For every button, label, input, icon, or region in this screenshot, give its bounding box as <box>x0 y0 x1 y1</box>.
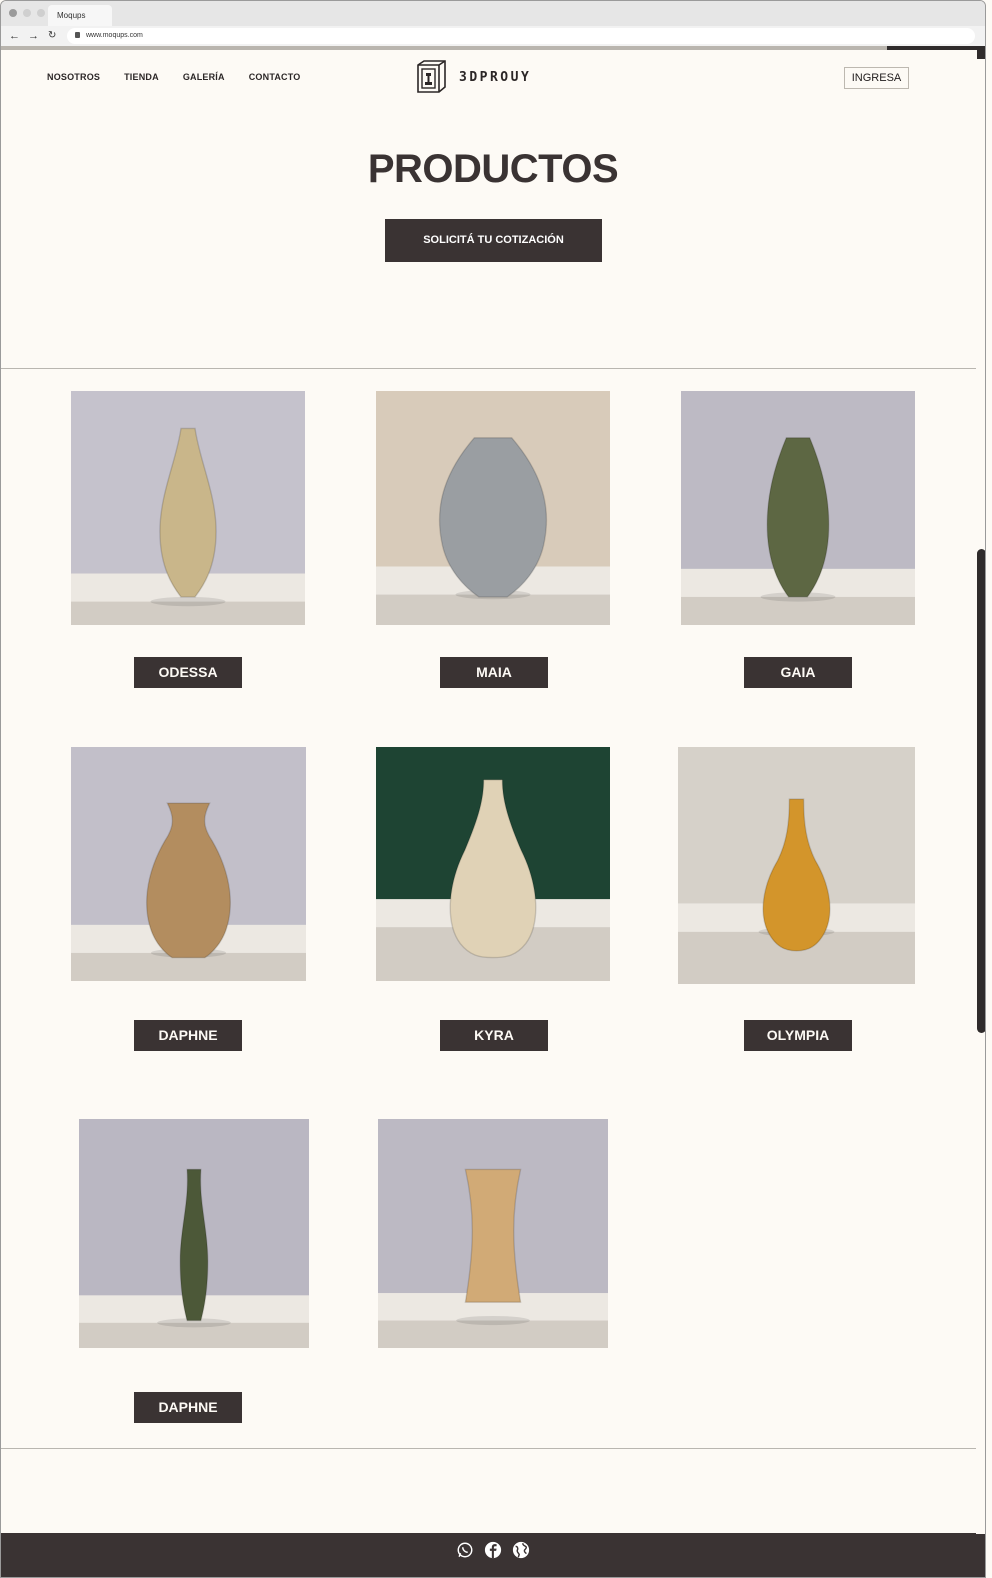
product-image-kyra[interactable] <box>376 747 610 981</box>
url-field[interactable]: www.moqups.com <box>67 28 975 44</box>
logo-text: 3DPROUY <box>459 69 532 85</box>
nav-item-nosotros[interactable]: NOSOTROS <box>47 72 100 82</box>
quote-request-button[interactable]: SOLICITÁ TU COTIZACIÓN <box>385 219 602 262</box>
reload-icon[interactable]: ↻ <box>48 29 56 43</box>
facebook-icon[interactable] <box>484 1541 502 1559</box>
printer-logo-icon <box>417 60 446 93</box>
window-controls[interactable] <box>9 9 45 17</box>
page-title: PRODUCTOS <box>367 147 619 191</box>
tab-title: Moqups <box>57 11 86 20</box>
scrollbar-thumb[interactable] <box>977 549 985 1033</box>
product-image-maia[interactable] <box>376 391 610 625</box>
section-divider-top <box>1 368 976 369</box>
main-nav: NOSOTROS TIENDA GALERÍA CONTACTO <box>47 72 300 82</box>
browser-tab[interactable]: Moqups <box>48 5 112 26</box>
nav-item-tienda[interactable]: TIENDA <box>124 72 159 82</box>
login-button[interactable]: INGRESA <box>844 67 909 89</box>
arrow-left-icon[interactable]: ← <box>9 29 20 43</box>
product-image-daphne[interactable] <box>79 1119 309 1348</box>
nav-item-galeria[interactable]: GALERÍA <box>183 72 225 82</box>
social-links <box>456 1541 530 1559</box>
close-window-icon[interactable] <box>9 9 17 17</box>
product-image-gaia[interactable] <box>681 391 915 625</box>
lock-icon <box>75 32 80 38</box>
minimize-window-icon[interactable] <box>23 9 31 17</box>
product-image-daphne[interactable] <box>71 747 306 981</box>
product-label-button[interactable]: KYRA <box>440 1020 548 1051</box>
scrollbar-top-cap <box>977 50 985 59</box>
product-image-untitled[interactable] <box>378 1119 608 1348</box>
progress-fill <box>887 46 985 50</box>
address-bar-row: ← → ↻ www.moqups.com <box>1 26 985 46</box>
product-label-button[interactable]: DAPHNE <box>134 1392 242 1423</box>
product-label-button[interactable]: MAIA <box>440 657 548 688</box>
footer <box>1 1533 985 1577</box>
product-label-button[interactable]: ODESSA <box>134 657 242 688</box>
product-label-button[interactable]: DAPHNE <box>134 1020 242 1051</box>
page-progress-bar <box>1 46 985 50</box>
browser-window: Moqups ← → ↻ www.moqups.com NOSOTROS TIE… <box>0 0 986 1578</box>
nav-item-contacto[interactable]: CONTACTO <box>249 72 301 82</box>
product-label-button[interactable]: OLYMPIA <box>744 1020 852 1051</box>
arrow-right-icon[interactable]: → <box>28 29 39 43</box>
globe-icon[interactable] <box>512 1541 530 1559</box>
whatsapp-icon[interactable] <box>456 1541 474 1559</box>
section-divider-bottom <box>1 1448 976 1449</box>
browser-titlebar: Moqups <box>1 1 985 26</box>
product-label-button[interactable]: GAIA <box>744 657 852 688</box>
product-image-odessa[interactable] <box>71 391 305 625</box>
site-logo[interactable]: 3DPROUY <box>415 59 531 95</box>
url-text: www.moqups.com <box>86 32 143 39</box>
maximize-window-icon[interactable] <box>37 9 45 17</box>
product-image-olympia[interactable] <box>678 747 915 984</box>
